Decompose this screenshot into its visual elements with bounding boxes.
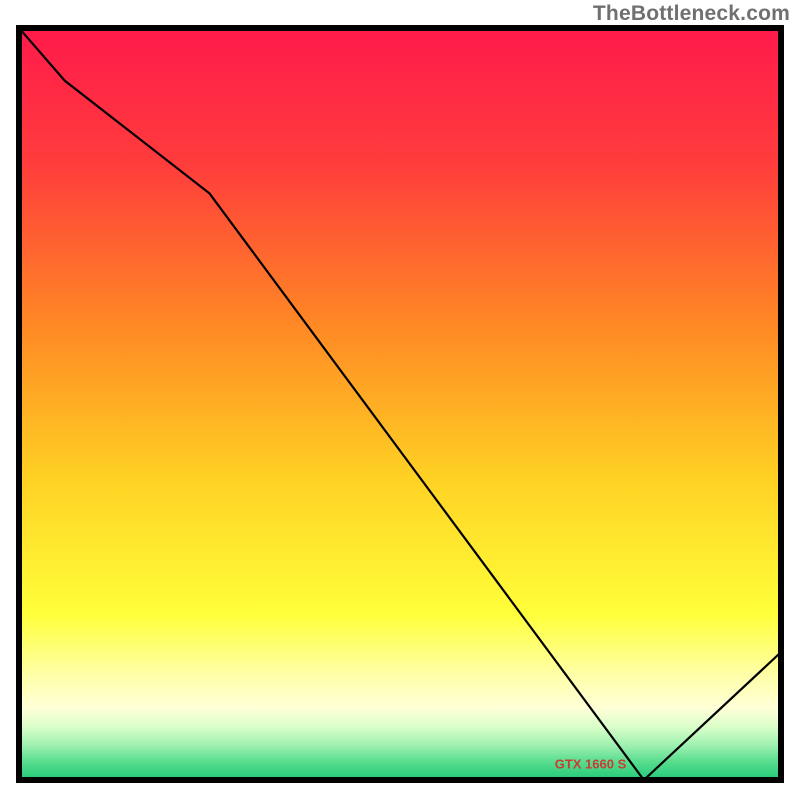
gradient-background (19, 28, 781, 780)
chart-stage: { "watermark": "TheBottleneck.com", "ann… (0, 0, 800, 800)
chart-svg: GTX 1660 S (0, 0, 800, 800)
annotation-label: GTX 1660 S (555, 757, 627, 772)
plot-area: GTX 1660 S (19, 28, 781, 780)
watermark-text: TheBottleneck.com (593, 2, 790, 26)
